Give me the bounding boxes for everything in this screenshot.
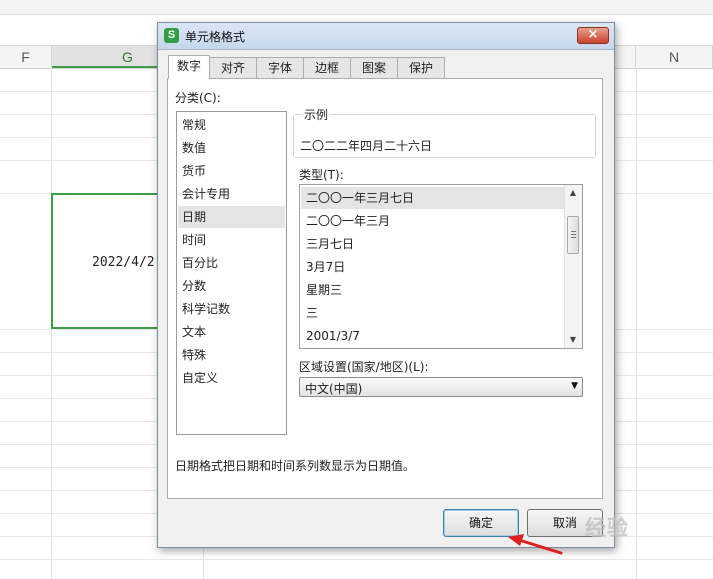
type-label: 类型(T): [299, 168, 344, 182]
category-list[interactable]: 常规 数值 货币 会计专用 日期 时间 百分比 分数 科学记数 文本 特殊 自定… [176, 111, 287, 435]
category-item[interactable]: 百分比 [178, 252, 285, 274]
category-item[interactable]: 会计专用 [178, 183, 285, 205]
category-item[interactable]: 货币 [178, 160, 285, 182]
column-header-f[interactable]: F [0, 46, 52, 68]
sample-value: 二〇二二年四月二十六日 [300, 139, 433, 153]
category-item[interactable]: 常规 [178, 114, 285, 136]
scroll-up-icon[interactable]: ▲ [565, 185, 581, 201]
tab-number[interactable]: 数字 [168, 55, 210, 79]
category-item[interactable]: 分数 [178, 275, 285, 297]
wps-spreadsheet-icon: S [164, 28, 179, 43]
annotation-arrow-icon [508, 534, 563, 555]
scrollbar-thumb[interactable] [567, 216, 579, 254]
tab-border[interactable]: 边框 [303, 57, 351, 78]
grid-line [0, 559, 713, 560]
grip-line [571, 231, 576, 232]
dialog-title: 单元格格式 [185, 30, 246, 44]
category-item[interactable]: 特殊 [178, 344, 285, 366]
tab-alignment[interactable]: 对齐 [209, 57, 257, 78]
tab-protection[interactable]: 保护 [397, 57, 445, 78]
type-list-scrollbar[interactable]: ▲ ▼ [564, 185, 582, 348]
dialog-titlebar[interactable]: S 单元格格式 × [158, 23, 614, 50]
locale-select[interactable]: 中文(中国) ▼ [299, 377, 583, 397]
tab-patterns[interactable]: 图案 [350, 57, 398, 78]
cell-value: 2022/4/2 [92, 255, 155, 270]
sample-label: 示例 [302, 106, 331, 123]
format-cells-dialog: S 单元格格式 × 数字 对齐 字体 边框 图案 保护 分类(C): 常规 数值… [157, 22, 615, 548]
format-description: 日期格式把日期和时间系列数显示为日期值。 [175, 459, 416, 473]
category-item[interactable]: 时间 [178, 229, 285, 251]
type-item-selected[interactable]: 二〇〇一年三月七日 [301, 187, 565, 209]
locale-value: 中文(中国) [305, 382, 363, 396]
column-header-n[interactable]: N [636, 46, 713, 68]
tab-font[interactable]: 字体 [256, 57, 304, 78]
watermark: 经验 [585, 516, 629, 540]
type-item[interactable]: 三 [301, 302, 565, 324]
type-item[interactable]: 星期三 [301, 279, 565, 301]
grid-line [636, 68, 637, 579]
type-item[interactable]: 2001/3/7 [301, 325, 565, 347]
type-item[interactable]: 三月七日 [301, 233, 565, 255]
grip-line [571, 237, 576, 238]
category-item-date[interactable]: 日期 [178, 206, 285, 228]
close-icon: × [587, 27, 599, 42]
type-item[interactable]: 二〇〇一年三月 [301, 210, 565, 232]
category-item[interactable]: 数值 [178, 137, 285, 159]
category-item[interactable]: 自定义 [178, 367, 285, 389]
locale-label: 区域设置(国家/地区)(L): [299, 360, 429, 374]
chevron-down-icon: ▼ [571, 381, 578, 391]
category-item[interactable]: 科学记数 [178, 298, 285, 320]
type-item[interactable]: 3月7日 [301, 256, 565, 278]
grip-line [571, 234, 576, 235]
number-tab-panel: 分类(C): 常规 数值 货币 会计专用 日期 时间 百分比 分数 科学记数 文… [167, 78, 603, 499]
close-button[interactable]: × [577, 27, 609, 44]
category-item[interactable]: 文本 [178, 321, 285, 343]
type-list[interactable]: 二〇〇一年三月七日 二〇〇一年三月 三月七日 3月7日 星期三 三 2001/3… [299, 184, 583, 349]
scroll-down-icon[interactable]: ▼ [565, 332, 581, 348]
category-label: 分类(C): [175, 91, 221, 105]
toolbar-strip [0, 0, 713, 15]
